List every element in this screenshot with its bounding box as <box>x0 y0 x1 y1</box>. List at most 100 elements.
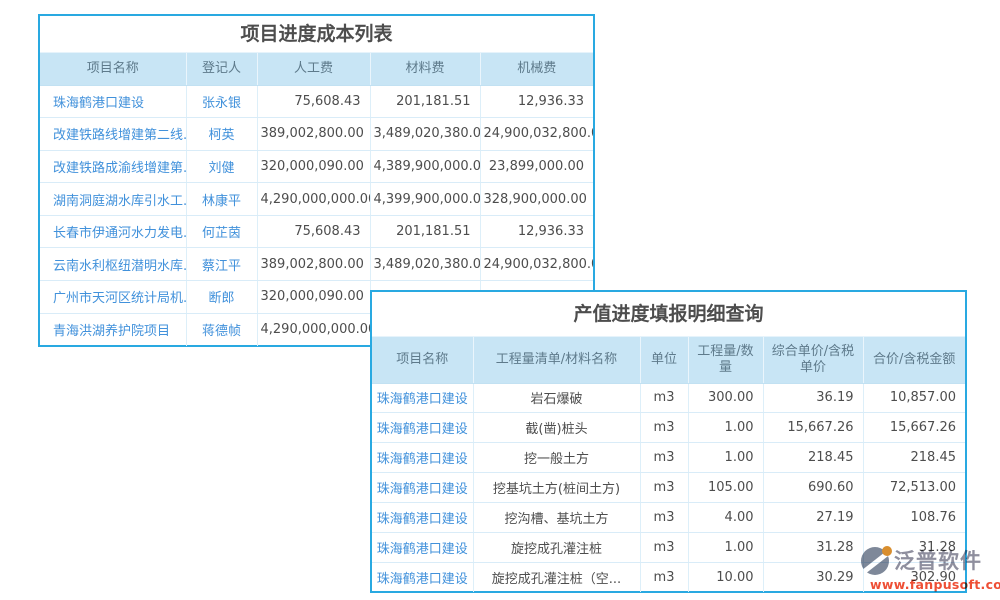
boq-item-cell: 岩石爆破 <box>473 383 640 413</box>
col-header-unit-price: 综合单价/含税单价 <box>763 337 863 383</box>
output-table-row: 珠海鹤港口建设 旋挖成孔灌注桩（空... m3 10.00 30.29 302.… <box>372 562 965 592</box>
machine-cost-cell: 328,900,000.00 <box>480 183 593 216</box>
unit-price-cell: 36.19 <box>763 383 863 413</box>
labor-cost-cell: 320,000,090.00 <box>257 281 370 314</box>
project-name-link[interactable]: 珠海鹤港口建设 <box>372 532 473 562</box>
amount-cell: 302.90 <box>863 562 965 592</box>
quantity-cell: 1.00 <box>688 443 763 473</box>
project-name-link[interactable]: 长春市伊通河水力发电... <box>40 215 186 248</box>
quantity-cell: 1.00 <box>688 413 763 443</box>
output-table-row: 珠海鹤港口建设 挖基坑土方(桩间土方) m3 105.00 690.60 72,… <box>372 473 965 503</box>
unit-cell: m3 <box>640 443 688 473</box>
cost-table-row: 珠海鹤港口建设 张永银 75,608.43 201,181.51 12,936.… <box>40 85 593 118</box>
output-table-row: 珠海鹤港口建设 岩石爆破 m3 300.00 36.19 10,857.00 <box>372 383 965 413</box>
col-header-total-amount: 合价/含税金额 <box>863 337 965 383</box>
registrant-link[interactable]: 林康平 <box>186 183 257 216</box>
labor-cost-cell: 389,002,800.00 <box>257 118 370 151</box>
labor-cost-cell: 320,000,090.00 <box>257 150 370 183</box>
labor-cost-cell: 4,290,000,000.00 <box>257 313 370 346</box>
col-header-unit: 单位 <box>640 337 688 383</box>
quantity-cell: 105.00 <box>688 473 763 503</box>
cost-table-row: 长春市伊通河水力发电... 何芷茵 75,608.43 201,181.51 1… <box>40 215 593 248</box>
project-name-link[interactable]: 珠海鹤港口建设 <box>372 562 473 592</box>
machine-cost-cell: 12,936.33 <box>480 85 593 118</box>
amount-cell: 31.28 <box>863 532 965 562</box>
unit-cell: m3 <box>640 413 688 443</box>
unit-cell: m3 <box>640 532 688 562</box>
quantity-cell: 300.00 <box>688 383 763 413</box>
cost-table-row: 改建铁路成渝线增建第... 刘健 320,000,090.00 4,389,90… <box>40 150 593 183</box>
registrant-link[interactable]: 蔡江平 <box>186 248 257 281</box>
project-name-link[interactable]: 广州市天河区统计局机... <box>40 281 186 314</box>
project-name-link[interactable]: 珠海鹤港口建设 <box>372 443 473 473</box>
material-cost-cell: 4,399,900,000.00 <box>370 183 480 216</box>
unit-price-cell: 27.19 <box>763 503 863 533</box>
amount-cell: 72,513.00 <box>863 473 965 503</box>
amount-cell: 108.76 <box>863 503 965 533</box>
labor-cost-cell: 75,608.43 <box>257 85 370 118</box>
unit-cell: m3 <box>640 383 688 413</box>
output-detail-title: 产值进度填报明细查询 <box>372 292 965 337</box>
project-name-link[interactable]: 珠海鹤港口建设 <box>40 85 186 118</box>
output-table-row: 珠海鹤港口建设 挖一般土方 m3 1.00 218.45 218.45 <box>372 443 965 473</box>
project-name-link[interactable]: 改建铁路线增建第二线... <box>40 118 186 151</box>
amount-cell: 10,857.00 <box>863 383 965 413</box>
labor-cost-cell: 4,290,000,000.00 <box>257 183 370 216</box>
material-cost-cell: 3,489,020,380.00 <box>370 118 480 151</box>
project-name-link[interactable]: 湖南洞庭湖水库引水工... <box>40 183 186 216</box>
project-name-link[interactable]: 珠海鹤港口建设 <box>372 503 473 533</box>
cost-table-row: 云南水利枢纽潜明水库... 蔡江平 389,002,800.00 3,489,0… <box>40 248 593 281</box>
cost-table-row: 湖南洞庭湖水库引水工... 林康平 4,290,000,000.00 4,399… <box>40 183 593 216</box>
material-cost-cell: 201,181.51 <box>370 85 480 118</box>
col-header-project-name: 项目名称 <box>40 53 186 85</box>
cost-table-row: 改建铁路线增建第二线... 柯英 389,002,800.00 3,489,02… <box>40 118 593 151</box>
boq-item-cell: 截(凿)桩头 <box>473 413 640 443</box>
output-detail-table: 项目名称 工程量清单/材料名称 单位 工程量/数量 综合单价/含税单价 合价/含… <box>372 337 965 592</box>
material-cost-cell: 3,489,020,380.00 <box>370 248 480 281</box>
col-header-registrant: 登记人 <box>186 53 257 85</box>
output-header-row: 项目名称 工程量清单/材料名称 单位 工程量/数量 综合单价/含税单价 合价/含… <box>372 337 965 383</box>
col-header-machine-cost: 机械费 <box>480 53 593 85</box>
labor-cost-cell: 389,002,800.00 <box>257 248 370 281</box>
registrant-link[interactable]: 断郎 <box>186 281 257 314</box>
unit-cell: m3 <box>640 473 688 503</box>
registrant-link[interactable]: 何芷茵 <box>186 215 257 248</box>
unit-price-cell: 30.29 <box>763 562 863 592</box>
boq-item-cell: 挖一般土方 <box>473 443 640 473</box>
labor-cost-cell: 75,608.43 <box>257 215 370 248</box>
registrant-link[interactable]: 刘健 <box>186 150 257 183</box>
machine-cost-cell: 24,900,032,800.00 <box>480 118 593 151</box>
unit-price-cell: 15,667.26 <box>763 413 863 443</box>
project-name-link[interactable]: 云南水利枢纽潜明水库... <box>40 248 186 281</box>
boq-item-cell: 旋挖成孔灌注桩（空... <box>473 562 640 592</box>
output-table-row: 珠海鹤港口建设 挖沟槽、基坑土方 m3 4.00 27.19 108.76 <box>372 503 965 533</box>
material-cost-cell: 4,389,900,000.00 <box>370 150 480 183</box>
col-header-quantity: 工程量/数量 <box>688 337 763 383</box>
col-header-labor-cost: 人工费 <box>257 53 370 85</box>
project-name-link[interactable]: 珠海鹤港口建设 <box>372 473 473 503</box>
boq-item-cell: 挖基坑土方(桩间土方) <box>473 473 640 503</box>
col-header-material-cost: 材料费 <box>370 53 480 85</box>
col-header-project-name: 项目名称 <box>372 337 473 383</box>
cost-header-row: 项目名称 登记人 人工费 材料费 机械费 <box>40 53 593 85</box>
boq-item-cell: 挖沟槽、基坑土方 <box>473 503 640 533</box>
project-name-link[interactable]: 珠海鹤港口建设 <box>372 383 473 413</box>
boq-item-cell: 旋挖成孔灌注桩 <box>473 532 640 562</box>
registrant-link[interactable]: 张永银 <box>186 85 257 118</box>
machine-cost-cell: 12,936.33 <box>480 215 593 248</box>
machine-cost-cell: 24,900,032,800.00 <box>480 248 593 281</box>
output-detail-panel: 产值进度填报明细查询 项目名称 工程量清单/材料名称 单位 工程量/数量 综合单… <box>370 290 967 593</box>
col-header-boq-material-name: 工程量清单/材料名称 <box>473 337 640 383</box>
project-name-link[interactable]: 改建铁路成渝线增建第... <box>40 150 186 183</box>
project-name-link[interactable]: 珠海鹤港口建设 <box>372 413 473 443</box>
unit-price-cell: 218.45 <box>763 443 863 473</box>
cost-list-title: 项目进度成本列表 <box>40 16 593 53</box>
project-name-link[interactable]: 青海洪湖养护院项目 <box>40 313 186 346</box>
unit-cell: m3 <box>640 562 688 592</box>
quantity-cell: 10.00 <box>688 562 763 592</box>
registrant-link[interactable]: 蒋德帧 <box>186 313 257 346</box>
quantity-cell: 1.00 <box>688 532 763 562</box>
output-table-row: 珠海鹤港口建设 截(凿)桩头 m3 1.00 15,667.26 15,667.… <box>372 413 965 443</box>
unit-price-cell: 690.60 <box>763 473 863 503</box>
registrant-link[interactable]: 柯英 <box>186 118 257 151</box>
